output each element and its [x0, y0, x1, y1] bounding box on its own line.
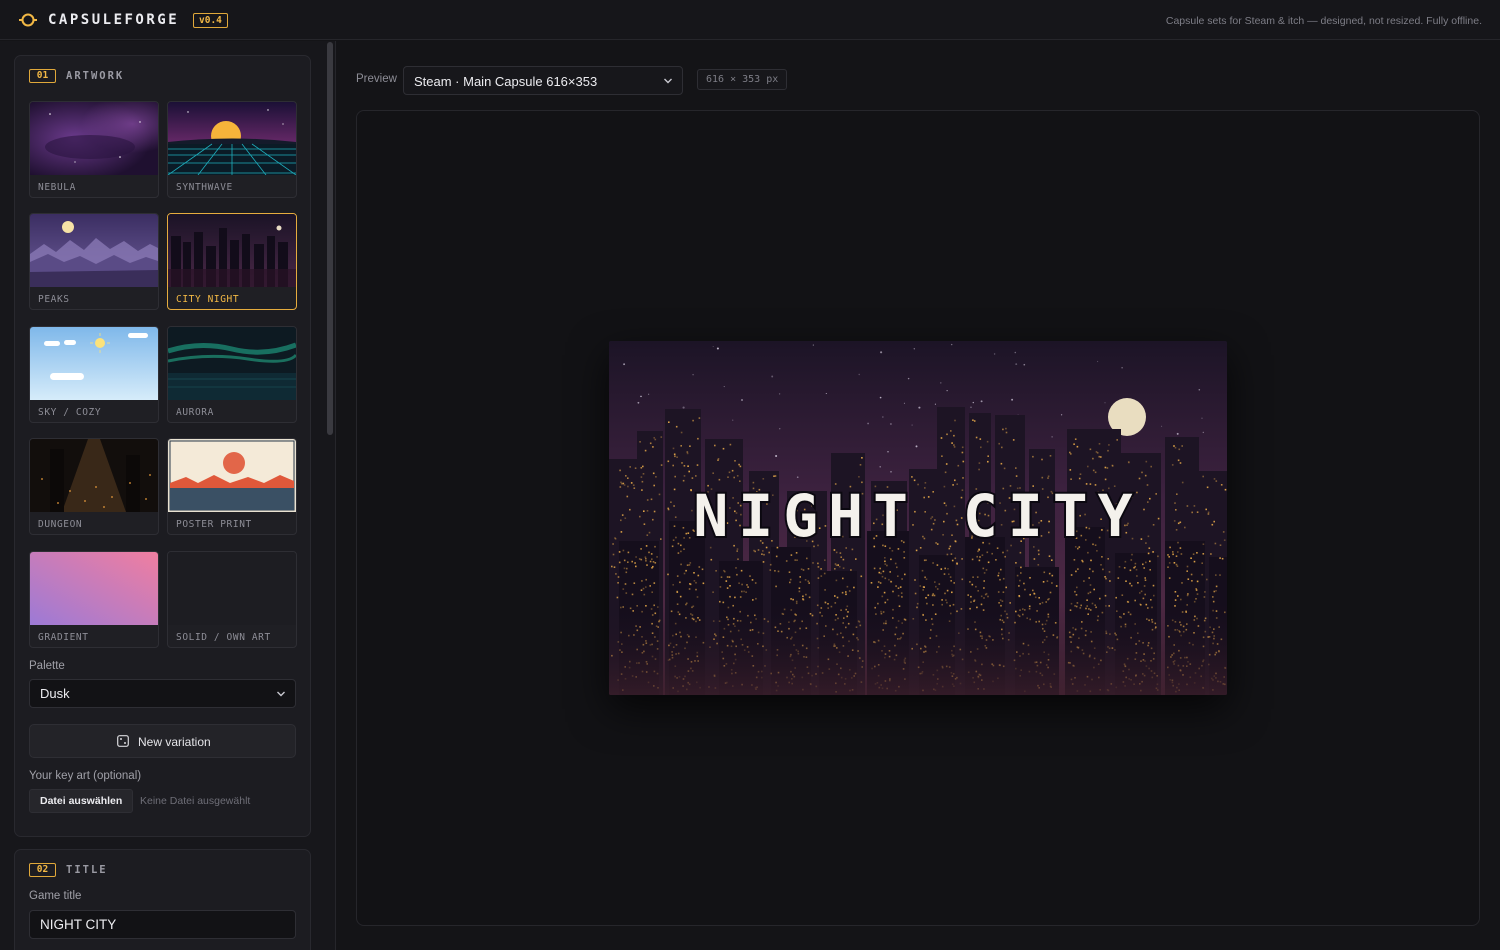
sky-cozy-art	[30, 327, 158, 400]
section-number: 02	[29, 863, 56, 877]
game-title-label: Game title	[29, 890, 82, 902]
palette-label: Palette	[29, 660, 65, 672]
new-variation-label: New variation	[138, 735, 211, 749]
sidebar-scrollbar[interactable]	[326, 41, 334, 950]
thumb-label: CITY NIGHT	[176, 294, 240, 305]
artwork-thumb-solid-own-art[interactable]: SOLID / OWN ART	[167, 551, 297, 648]
thumb-label: NEBULA	[38, 182, 76, 193]
file-status: Keine Datei ausgewählt	[140, 795, 251, 807]
artwork-thumb-sky-cozy[interactable]: SKY / COZY	[29, 326, 159, 423]
new-variation-button[interactable]: New variation	[29, 724, 296, 758]
peaks-art	[30, 214, 158, 287]
thumb-label: SKY / COZY	[38, 407, 102, 418]
preview-format-select[interactable]: Steam · Main Capsule 616×353	[403, 66, 683, 95]
capsule-title-art: NIGHT CITY	[691, 480, 1142, 552]
preview-format-value: Steam · Main Capsule 616×353	[414, 74, 598, 89]
capsule-title: NIGHT CITY	[693, 482, 1142, 550]
capsule-logo-icon	[19, 13, 37, 27]
scrollbar-thumb[interactable]	[327, 42, 333, 435]
artwork-thumb-aurora[interactable]: AURORA	[167, 326, 297, 423]
artwork-thumb-peaks[interactable]: PEAKS	[29, 213, 159, 310]
thumb-label: PEAKS	[38, 294, 70, 305]
thumb-label: SOLID / OWN ART	[176, 632, 271, 643]
palette-select[interactable]: Dusk	[29, 679, 296, 708]
aurora-art	[168, 327, 296, 400]
solid-art	[168, 552, 296, 625]
gradient-art	[30, 552, 158, 625]
chevron-down-icon	[277, 691, 285, 697]
poster-print-art	[168, 439, 296, 512]
thumb-label: POSTER PRINT	[176, 519, 252, 530]
version-badge: v0.4	[193, 13, 228, 28]
thumb-label: AURORA	[176, 407, 214, 418]
top-bar: CAPSULEFORGE v0.4 Capsule sets for Steam…	[0, 0, 1500, 40]
artwork-thumb-dungeon[interactable]: DUNGEON	[29, 438, 159, 535]
section-label: TITLE	[66, 864, 108, 876]
artwork-thumb-poster-print[interactable]: POSTER PRINT	[167, 438, 297, 535]
dimensions-badge: 616 × 353 px	[697, 69, 788, 90]
app-brand: CAPSULEFORGE	[48, 12, 180, 28]
city-night-art	[168, 214, 296, 287]
synthwave-art	[168, 102, 296, 175]
chevron-down-icon	[664, 78, 672, 84]
artwork-thumb-nebula[interactable]: NEBULA	[29, 101, 159, 198]
nebula-art	[30, 102, 158, 175]
artwork-thumb-gradient[interactable]: GRADIENT	[29, 551, 159, 648]
dice-icon	[117, 735, 129, 747]
section-label: ARTWORK	[66, 70, 125, 82]
artwork-thumb-synthwave[interactable]: SYNTHWAVE	[167, 101, 297, 198]
dungeon-art	[30, 439, 158, 512]
thumb-label: SYNTHWAVE	[176, 182, 233, 193]
artwork-thumb-city-night[interactable]: CITY NIGHT	[167, 213, 297, 310]
app-tagline: Capsule sets for Steam & itch — designed…	[1165, 15, 1482, 27]
section-number: 01	[29, 69, 56, 83]
choose-file-button[interactable]: Datei auswählen	[29, 789, 134, 813]
palette-value: Dusk	[40, 686, 70, 701]
thumb-label: DUNGEON	[38, 519, 83, 530]
preview-label: Preview	[356, 73, 397, 85]
artwork-panel: 01 ARTWORK NEBULA SYNTHWAVE PEAKS CITY N…	[14, 55, 311, 837]
keyart-label: Your key art (optional)	[29, 770, 142, 782]
thumb-label: GRADIENT	[38, 632, 89, 643]
sidebar: 01 ARTWORK NEBULA SYNTHWAVE PEAKS CITY N…	[0, 41, 336, 950]
title-panel: 02 TITLE Game title	[14, 849, 311, 950]
game-title-input[interactable]	[29, 910, 296, 939]
